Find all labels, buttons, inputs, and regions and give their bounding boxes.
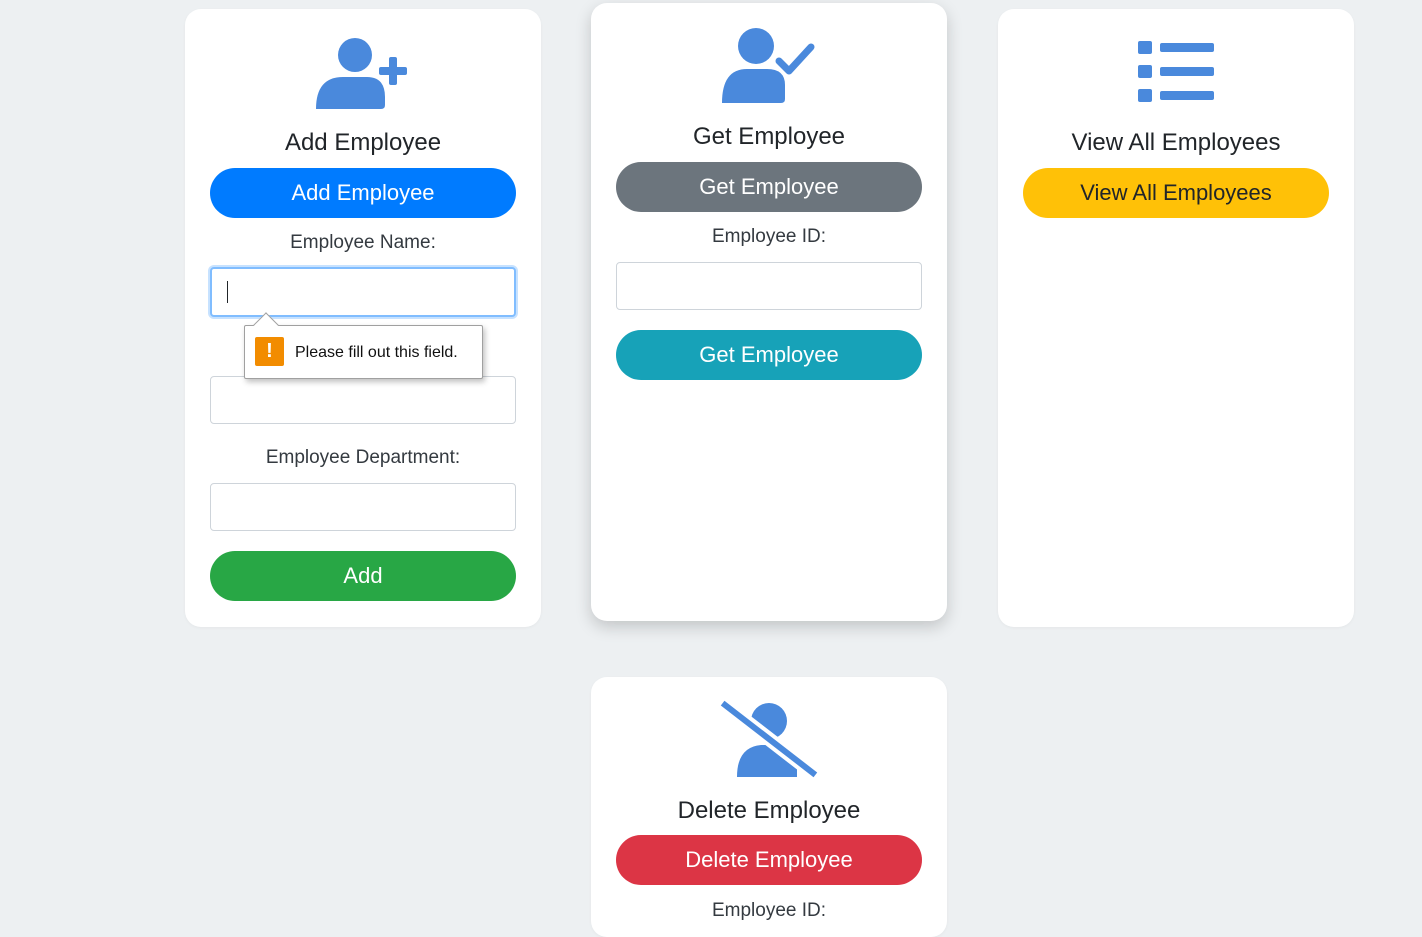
- user-plus-icon: [316, 38, 407, 109]
- user-slash-icon: [719, 699, 819, 779]
- employee-name-input[interactable]: [210, 267, 516, 317]
- card-title: Add Employee: [284, 129, 442, 156]
- delete-employee-card: Delete Employee Delete Employee Employee…: [591, 677, 947, 937]
- add-employee-card: Add Employee Add Employee Employee Name:…: [185, 9, 541, 627]
- get-employee-toggle-button[interactable]: Get Employee: [616, 162, 922, 212]
- validation-tooltip: ! Please fill out this field.: [244, 312, 483, 379]
- validation-message: Please fill out this field.: [295, 344, 458, 361]
- get-employee-card: Get Employee Get Employee Employee ID: G…: [591, 3, 947, 621]
- employee-id-input[interactable]: [210, 376, 516, 424]
- employee-id-label: Employee ID:: [711, 226, 827, 247]
- add-employee-toggle-button[interactable]: Add Employee: [210, 168, 516, 218]
- list-icon: [1138, 41, 1214, 102]
- add-button[interactable]: Add: [210, 551, 516, 601]
- warning-icon: !: [255, 337, 284, 366]
- employee-name-label: Employee Name:: [290, 232, 436, 253]
- card-title: Get Employee: [692, 123, 846, 150]
- employee-id-input[interactable]: [616, 262, 922, 310]
- employee-id-label: Employee ID:: [711, 900, 827, 921]
- text-caret: [227, 281, 228, 303]
- card-title: View All Employees: [1071, 129, 1281, 156]
- view-all-employees-button[interactable]: View All Employees: [1023, 168, 1329, 218]
- card-title: Delete Employee: [677, 797, 861, 824]
- employee-department-label: Employee Department:: [265, 447, 461, 468]
- get-employee-button[interactable]: Get Employee: [616, 330, 922, 380]
- view-all-employees-card: View All Employees View All Employees: [998, 9, 1354, 627]
- user-check-icon: [722, 28, 815, 103]
- delete-employee-toggle-button[interactable]: Delete Employee: [616, 835, 922, 885]
- employee-department-input[interactable]: [210, 483, 516, 531]
